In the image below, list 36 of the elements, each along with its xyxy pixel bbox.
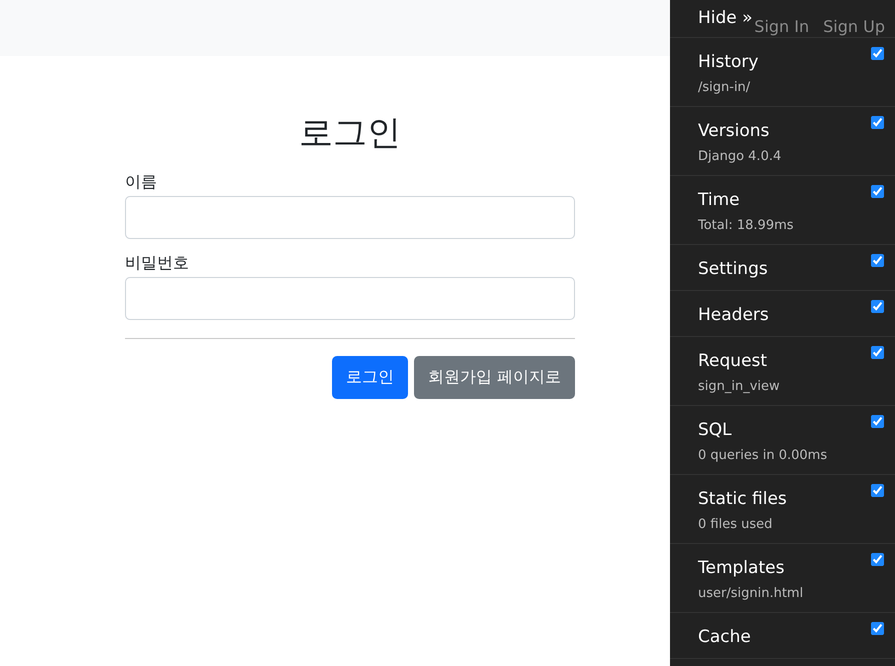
panel-link[interactable]: SQL: [698, 420, 732, 440]
panel-subtitle: sign_in_view: [698, 379, 781, 394]
nav-link[interactable]: Sign In: [754, 16, 810, 36]
panel-checkbox[interactable]: [871, 415, 884, 428]
panel-checkbox[interactable]: [871, 185, 884, 198]
panel-link[interactable]: Cache: [698, 627, 751, 647]
field-label: 이름: [125, 172, 158, 193]
panel-subtitle: Total: 18.99ms: [698, 218, 795, 233]
nav-link[interactable]: Sign Up: [823, 16, 885, 36]
panel-subtitle: Django 4.0.4: [698, 149, 782, 164]
panel-checkbox[interactable]: [871, 553, 884, 566]
field-label: 비밀번호: [125, 253, 190, 274]
signup-button[interactable]: 회원가입 페이지로: [414, 356, 575, 399]
panel-checkbox[interactable]: [871, 346, 884, 359]
panel-link[interactable]: History: [698, 52, 758, 72]
panel-subtitle: 0 queries in 0.00ms: [698, 448, 828, 463]
panel-link[interactable]: Request: [698, 351, 768, 371]
panel-checkbox[interactable]: [871, 622, 884, 635]
panel-link[interactable]: Versions: [698, 121, 770, 141]
panel-link[interactable]: Time: [698, 190, 740, 210]
page-title: 로그인: [298, 112, 402, 155]
panel-link[interactable]: Settings: [698, 259, 768, 279]
login-button[interactable]: 로그인: [332, 356, 408, 399]
panel-checkbox[interactable]: [871, 47, 884, 60]
panel-subtitle: /sign-in/: [698, 80, 752, 95]
panel-subtitle: user/signin.html: [698, 586, 804, 601]
panel-checkbox[interactable]: [871, 116, 884, 129]
panel-link[interactable]: Headers: [698, 305, 769, 325]
panel-checkbox[interactable]: [871, 484, 884, 497]
panel-checkbox[interactable]: [871, 254, 884, 267]
panel-link[interactable]: Static files: [698, 489, 787, 509]
input-field[interactable]: [125, 196, 575, 239]
panel-link[interactable]: Templates: [698, 558, 784, 578]
input-field[interactable]: [125, 277, 575, 320]
panel-checkbox[interactable]: [871, 300, 884, 313]
panel-subtitle: 0 files used: [698, 517, 774, 532]
